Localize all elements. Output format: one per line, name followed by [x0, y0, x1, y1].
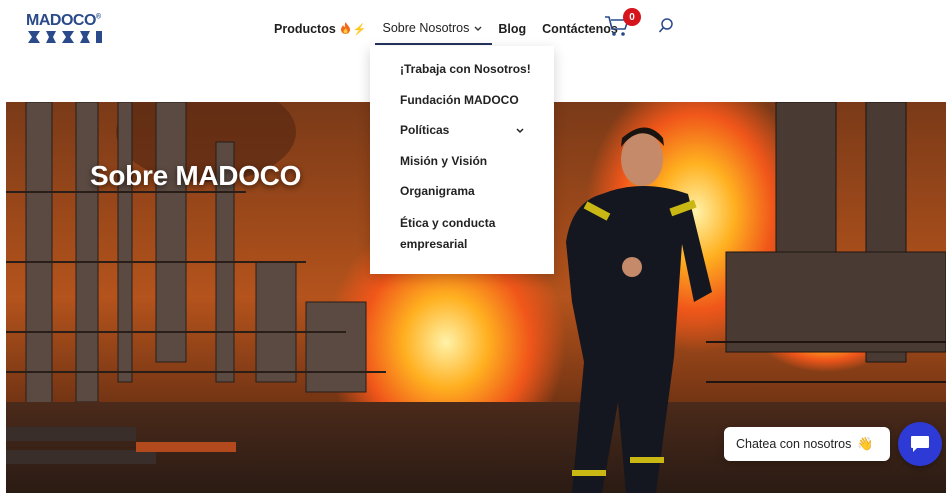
nav-item-productos[interactable]: Productos ⚡	[274, 21, 367, 37]
hero-title: Sobre MADOCO	[90, 160, 302, 191]
chevron-down-icon	[474, 24, 482, 34]
logo-mark-icon	[28, 31, 102, 43]
dropdown-item-etica[interactable]: Ética y conducta empresarial	[370, 213, 520, 259]
dropdown-label: Organigrama	[400, 184, 475, 198]
fire-icon	[340, 21, 350, 37]
dropdown-label: Ética y conducta empresarial	[400, 215, 496, 251]
dropdown-item-fundacion[interactable]: Fundación MADOCO	[370, 91, 554, 122]
cart-count-badge: 0	[623, 8, 641, 26]
dropdown-label: Políticas	[400, 123, 450, 137]
nav-label-blog: Blog	[498, 22, 527, 36]
wave-icon: 👋	[857, 436, 874, 451]
chat-prompt-text: Chatea con nosotros	[736, 437, 852, 451]
chat-launcher-button[interactable]	[898, 422, 942, 466]
lightning-icon: ⚡	[352, 23, 367, 36]
nav-label-sobre-nosotros: Sobre Nosotros	[382, 21, 470, 35]
madoco-logo[interactable]: MADOCO®	[26, 12, 110, 48]
page: MADOCO® Productos ⚡ Sobre Nosotros Blog …	[6, 8, 946, 493]
registered-mark: ®	[95, 13, 101, 21]
nav-item-sobre-nosotros[interactable]: Sobre Nosotros	[374, 21, 493, 45]
main-nav: Productos ⚡ Sobre Nosotros Blog Contácte…	[274, 18, 634, 45]
dropdown-label: ¡Trabaja con Nosotros!	[400, 62, 531, 76]
chat-prompt-bubble[interactable]: Chatea con nosotros 👋	[724, 427, 890, 461]
sobre-nosotros-dropdown: ¡Trabaja con Nosotros! Fundación MADOCO …	[370, 46, 554, 274]
chevron-down-icon	[516, 122, 524, 140]
nav-label-productos: Productos	[274, 22, 336, 36]
search-icon	[658, 18, 673, 33]
dropdown-label: Misión y Visión	[400, 153, 488, 168]
brand-name: MADOCO	[26, 12, 96, 29]
dropdown-item-trabaja[interactable]: ¡Trabaja con Nosotros!	[370, 60, 554, 91]
dropdown-item-politicas[interactable]: Políticas	[370, 121, 554, 152]
dropdown-item-mision[interactable]: Misión y Visión	[370, 152, 554, 183]
dropdown-item-organigrama[interactable]: Organigrama	[370, 182, 554, 213]
nav-item-blog[interactable]: Blog	[498, 22, 526, 36]
chat-icon	[911, 436, 929, 452]
search-button[interactable]	[658, 17, 674, 35]
dropdown-label: Fundación MADOCO	[400, 92, 519, 107]
